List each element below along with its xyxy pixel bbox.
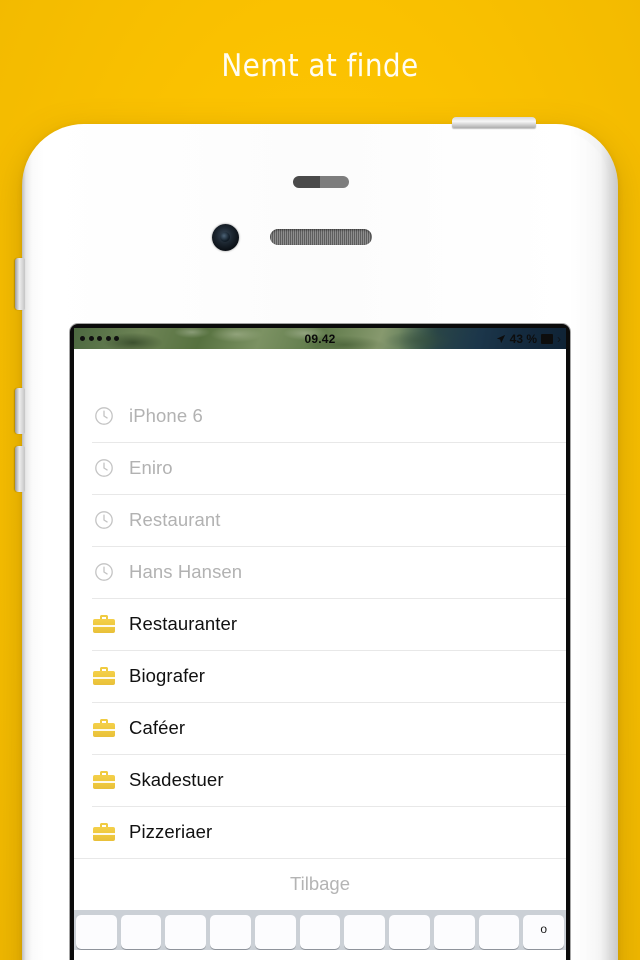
- list-item[interactable]: Caféer: [74, 702, 566, 754]
- volume-down-button[interactable]: [15, 446, 25, 492]
- list-item-label: Hans Hansen: [129, 561, 243, 582]
- status-bar-clock: 09.42: [304, 331, 336, 346]
- list-item[interactable]: Eniro: [74, 442, 566, 494]
- list-item-label: Pizzeriaer: [129, 821, 213, 842]
- status-bar-right-group: 43 % ›: [496, 332, 561, 346]
- keyboard-key[interactable]: [478, 915, 520, 949]
- list-item-label: Restauranter: [129, 613, 238, 634]
- battery-icon: [541, 333, 553, 344]
- keyboard-key[interactable]: o: [523, 915, 565, 949]
- battery-percent-label: 43 %: [509, 331, 537, 346]
- keyboard-key[interactable]: [433, 915, 475, 949]
- status-bar: 09.42 43 % ›: [74, 328, 566, 349]
- briefcase-icon: [92, 820, 116, 844]
- list-item[interactable]: iPhone 6: [74, 390, 566, 442]
- phone-device: 09.42 43 % › iPhone 6 Eniro Restaurant H…: [15, 117, 618, 960]
- list-item[interactable]: Skadestuer: [74, 754, 566, 806]
- list-item-label: Eniro: [129, 457, 173, 478]
- list-item-label: Caféer: [129, 717, 186, 738]
- clock-icon: [92, 508, 116, 532]
- list-item-label: Biografer: [129, 665, 205, 686]
- keyboard-key[interactable]: [165, 915, 207, 949]
- keyboard-key[interactable]: [299, 915, 341, 949]
- mute-switch[interactable]: [15, 258, 25, 310]
- clock-icon: [92, 404, 116, 428]
- keyboard-key[interactable]: [120, 915, 162, 949]
- chevron-right-icon: ›: [557, 331, 561, 346]
- list-item[interactable]: Restaurant: [74, 494, 566, 546]
- screen-bezel: 09.42 43 % › iPhone 6 Eniro Restaurant H…: [70, 324, 570, 960]
- clock-icon: [92, 560, 116, 584]
- location-arrow-icon: [496, 334, 505, 343]
- page-title: Nemt at finde: [221, 48, 419, 84]
- keyboard-key[interactable]: [210, 915, 251, 949]
- proximity-sensor-icon: [293, 176, 349, 188]
- list-item-label: Skadestuer: [129, 769, 224, 790]
- suggestions-list: iPhone 6 Eniro Restaurant Hans Hansen Re…: [74, 390, 566, 858]
- briefcase-icon: [92, 664, 116, 688]
- keyboard-key[interactable]: [254, 915, 296, 949]
- clock-icon: [92, 456, 116, 480]
- power-button[interactable]: [452, 117, 536, 128]
- list-item[interactable]: Biografer: [74, 650, 566, 702]
- back-button[interactable]: Tilbage: [74, 858, 566, 910]
- briefcase-icon: [92, 768, 116, 792]
- list-item[interactable]: Pizzeriaer: [74, 806, 566, 858]
- keyboard-key[interactable]: [389, 915, 430, 949]
- on-screen-keyboard[interactable]: o: [74, 910, 566, 950]
- list-item[interactable]: Hans Hansen: [74, 546, 566, 598]
- back-button-label: Tilbage: [290, 873, 350, 894]
- front-camera-icon: [212, 224, 239, 251]
- search-bar-area[interactable]: [74, 349, 566, 390]
- earpiece-speaker-icon: [270, 229, 372, 245]
- keyboard-key[interactable]: [76, 915, 117, 949]
- briefcase-icon: [92, 612, 116, 636]
- phone-screen: 09.42 43 % › iPhone 6 Eniro Restaurant H…: [74, 328, 566, 960]
- list-item-label: Restaurant: [129, 509, 221, 530]
- briefcase-icon: [92, 716, 116, 740]
- volume-up-button[interactable]: [15, 388, 25, 434]
- keyboard-row-top: o: [76, 915, 565, 949]
- list-item[interactable]: Restauranter: [74, 598, 566, 650]
- list-item-label: iPhone 6: [129, 405, 203, 426]
- keyboard-key[interactable]: [344, 915, 386, 949]
